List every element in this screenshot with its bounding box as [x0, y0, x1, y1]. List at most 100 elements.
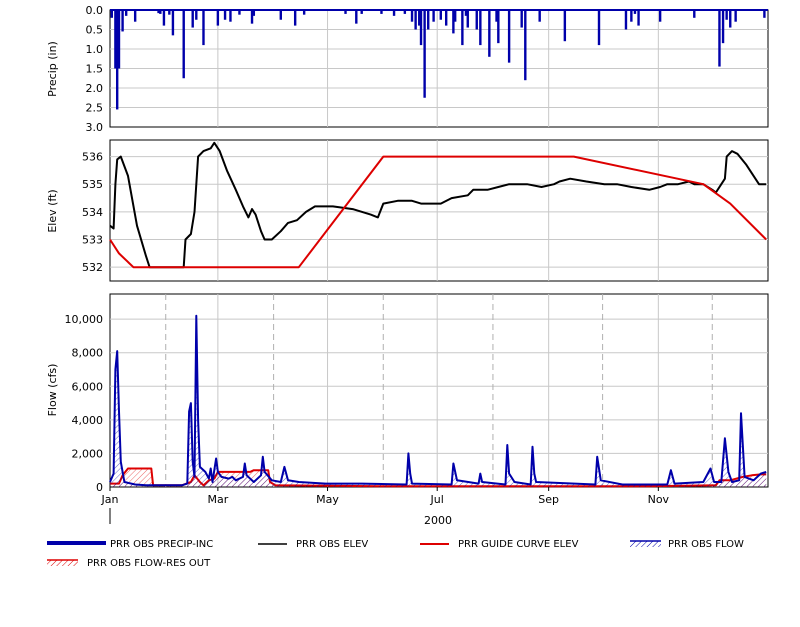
legend-label-flow: PRR OBS FLOW [668, 539, 744, 550]
legend-label-precip: PRR OBS PRECIP-INC [110, 539, 213, 550]
precip-y-tick-labels: 0.0 0.5 1.0 1.5 2.0 2.5 3.0 [86, 4, 104, 134]
precip-bar [293, 10, 297, 26]
precip-bar [563, 10, 567, 42]
precip-bar [497, 10, 500, 44]
flow-y-tick-label: 2,000 [72, 447, 104, 460]
precip-bar [597, 10, 601, 46]
precip-y-tick-label: 1.0 [86, 43, 104, 56]
precip-y-tick-label: 1.5 [86, 63, 104, 76]
legend-swatch-flow-res-out [47, 560, 78, 566]
precip-bar [453, 10, 457, 22]
x-tick-label: Jul [430, 493, 444, 506]
flow-y-tick-label: 10,000 [65, 313, 104, 326]
precip-bar [507, 10, 511, 63]
precip-bar [344, 10, 347, 14]
precip-bar [168, 10, 171, 15]
precip-bar [633, 10, 637, 14]
precip-bar [718, 10, 721, 67]
precip-bar [159, 10, 162, 14]
precip-bar [202, 10, 205, 46]
precip-bar [414, 10, 417, 30]
precip-bar [223, 10, 227, 20]
precip-bar [171, 10, 175, 36]
precip-bar [279, 10, 282, 20]
precip-y-tick-label: 2.5 [86, 102, 104, 115]
precip-bar [195, 10, 198, 20]
legend-label-guide: PRR GUIDE CURVE ELEV [458, 539, 579, 550]
precip-y-axis-title: Precip (in) [46, 41, 59, 97]
legend-item-elev: PRR OBS ELEV [258, 539, 368, 550]
precip-bar [133, 10, 137, 22]
precip-bar [734, 10, 737, 22]
legend-item-flow: PRR OBS FLOW [630, 539, 744, 550]
precip-bar [475, 10, 478, 30]
x-tick-label: Mar [207, 493, 228, 506]
flow-plot-area [109, 293, 769, 488]
precip-bar [403, 10, 407, 14]
x-axis-year-label: 2000 [424, 514, 452, 527]
precip-bar [110, 10, 113, 18]
precip-bar [729, 10, 732, 28]
precip-bar [466, 10, 469, 28]
legend-item-precip: PRR OBS PRECIP-INC [47, 539, 213, 550]
precip-bar [624, 10, 628, 30]
legend-label-flow-res-out: PRR OBS FLOW-RES OUT [87, 558, 211, 569]
precip-y-tick-label: 0.5 [86, 24, 104, 37]
precip-bar [439, 10, 442, 20]
chart-canvas: 0.0 0.5 1.0 1.5 2.0 2.5 3.0 Precip (in) 532 533… [46, 4, 769, 569]
precip-bar [238, 10, 241, 15]
precip-bar [725, 10, 728, 20]
precip-bar [410, 10, 414, 22]
elev-y-tick-label: 536 [82, 151, 103, 164]
precip-bar [162, 10, 166, 26]
precip-bar [637, 10, 640, 26]
precip-bar [419, 10, 423, 46]
x-tick-label: Sep [538, 493, 559, 506]
precip-bar [117, 10, 121, 69]
elev-plot-area [109, 139, 769, 282]
flow-y-axis-title: Flow (cfs) [46, 364, 59, 417]
legend-item-guide: PRR GUIDE CURVE ELEV [420, 539, 579, 550]
precip-bar [216, 10, 220, 26]
elev-panel: 532 533 534 535 536 Elev (ft) [46, 139, 769, 282]
elev-y-tick-label: 533 [82, 234, 103, 247]
elev-y-tick-labels: 532 533 534 535 536 [82, 151, 103, 275]
precip-bar [444, 10, 448, 26]
elev-y-tick-label: 532 [82, 261, 103, 274]
precip-bar [392, 10, 396, 16]
elev-y-tick-label: 535 [82, 178, 103, 191]
precip-bar [693, 10, 696, 18]
precip-bar [427, 10, 430, 30]
legend-item-flow-res-out: PRR OBS FLOW-RES OUT [47, 558, 211, 569]
precip-bar [763, 10, 766, 18]
precip-y-tick-label: 2.0 [86, 82, 104, 95]
flow-y-tick-label: 6,000 [72, 380, 104, 393]
precip-bar [124, 10, 128, 16]
precip-bar [229, 10, 232, 22]
flow-y-tick-labels: 02,0004,0006,0008,00010,000 [65, 313, 104, 494]
x-tick-label: Jan [101, 493, 119, 506]
x-tick-labels: Jan Mar May Jul Sep Nov [101, 487, 670, 506]
precip-bar [360, 10, 363, 14]
flow-panel: 02,0004,0006,0008,00010,000 Jan Mar May Jul… [46, 293, 769, 527]
precip-bar [630, 10, 633, 22]
x-tick-label: May [316, 493, 339, 506]
precip-bar [380, 10, 383, 14]
precip-bar [302, 10, 306, 15]
legend: PRR OBS PRECIP-INC PRR OBS ELEV PRR GUID… [47, 539, 744, 569]
precip-bar [252, 10, 256, 16]
precip-bar [182, 10, 185, 79]
precip-panel: 0.0 0.5 1.0 1.5 2.0 2.5 3.0 Precip (in) [46, 4, 769, 134]
precip-bar [432, 10, 435, 22]
flow-y-tick-label: 4,000 [72, 414, 104, 427]
precip-bar [520, 10, 523, 28]
precip-bar [524, 10, 527, 81]
legend-label-elev: PRR OBS ELEV [296, 539, 368, 550]
flow-y-tick-label: 8,000 [72, 347, 104, 360]
x-tick-label: Nov [648, 493, 670, 506]
precip-bar [488, 10, 491, 57]
precip-bar [479, 10, 482, 46]
precip-bar [191, 10, 194, 28]
precip-y-tick-label: 3.0 [86, 121, 104, 134]
precip-bar [461, 10, 464, 46]
